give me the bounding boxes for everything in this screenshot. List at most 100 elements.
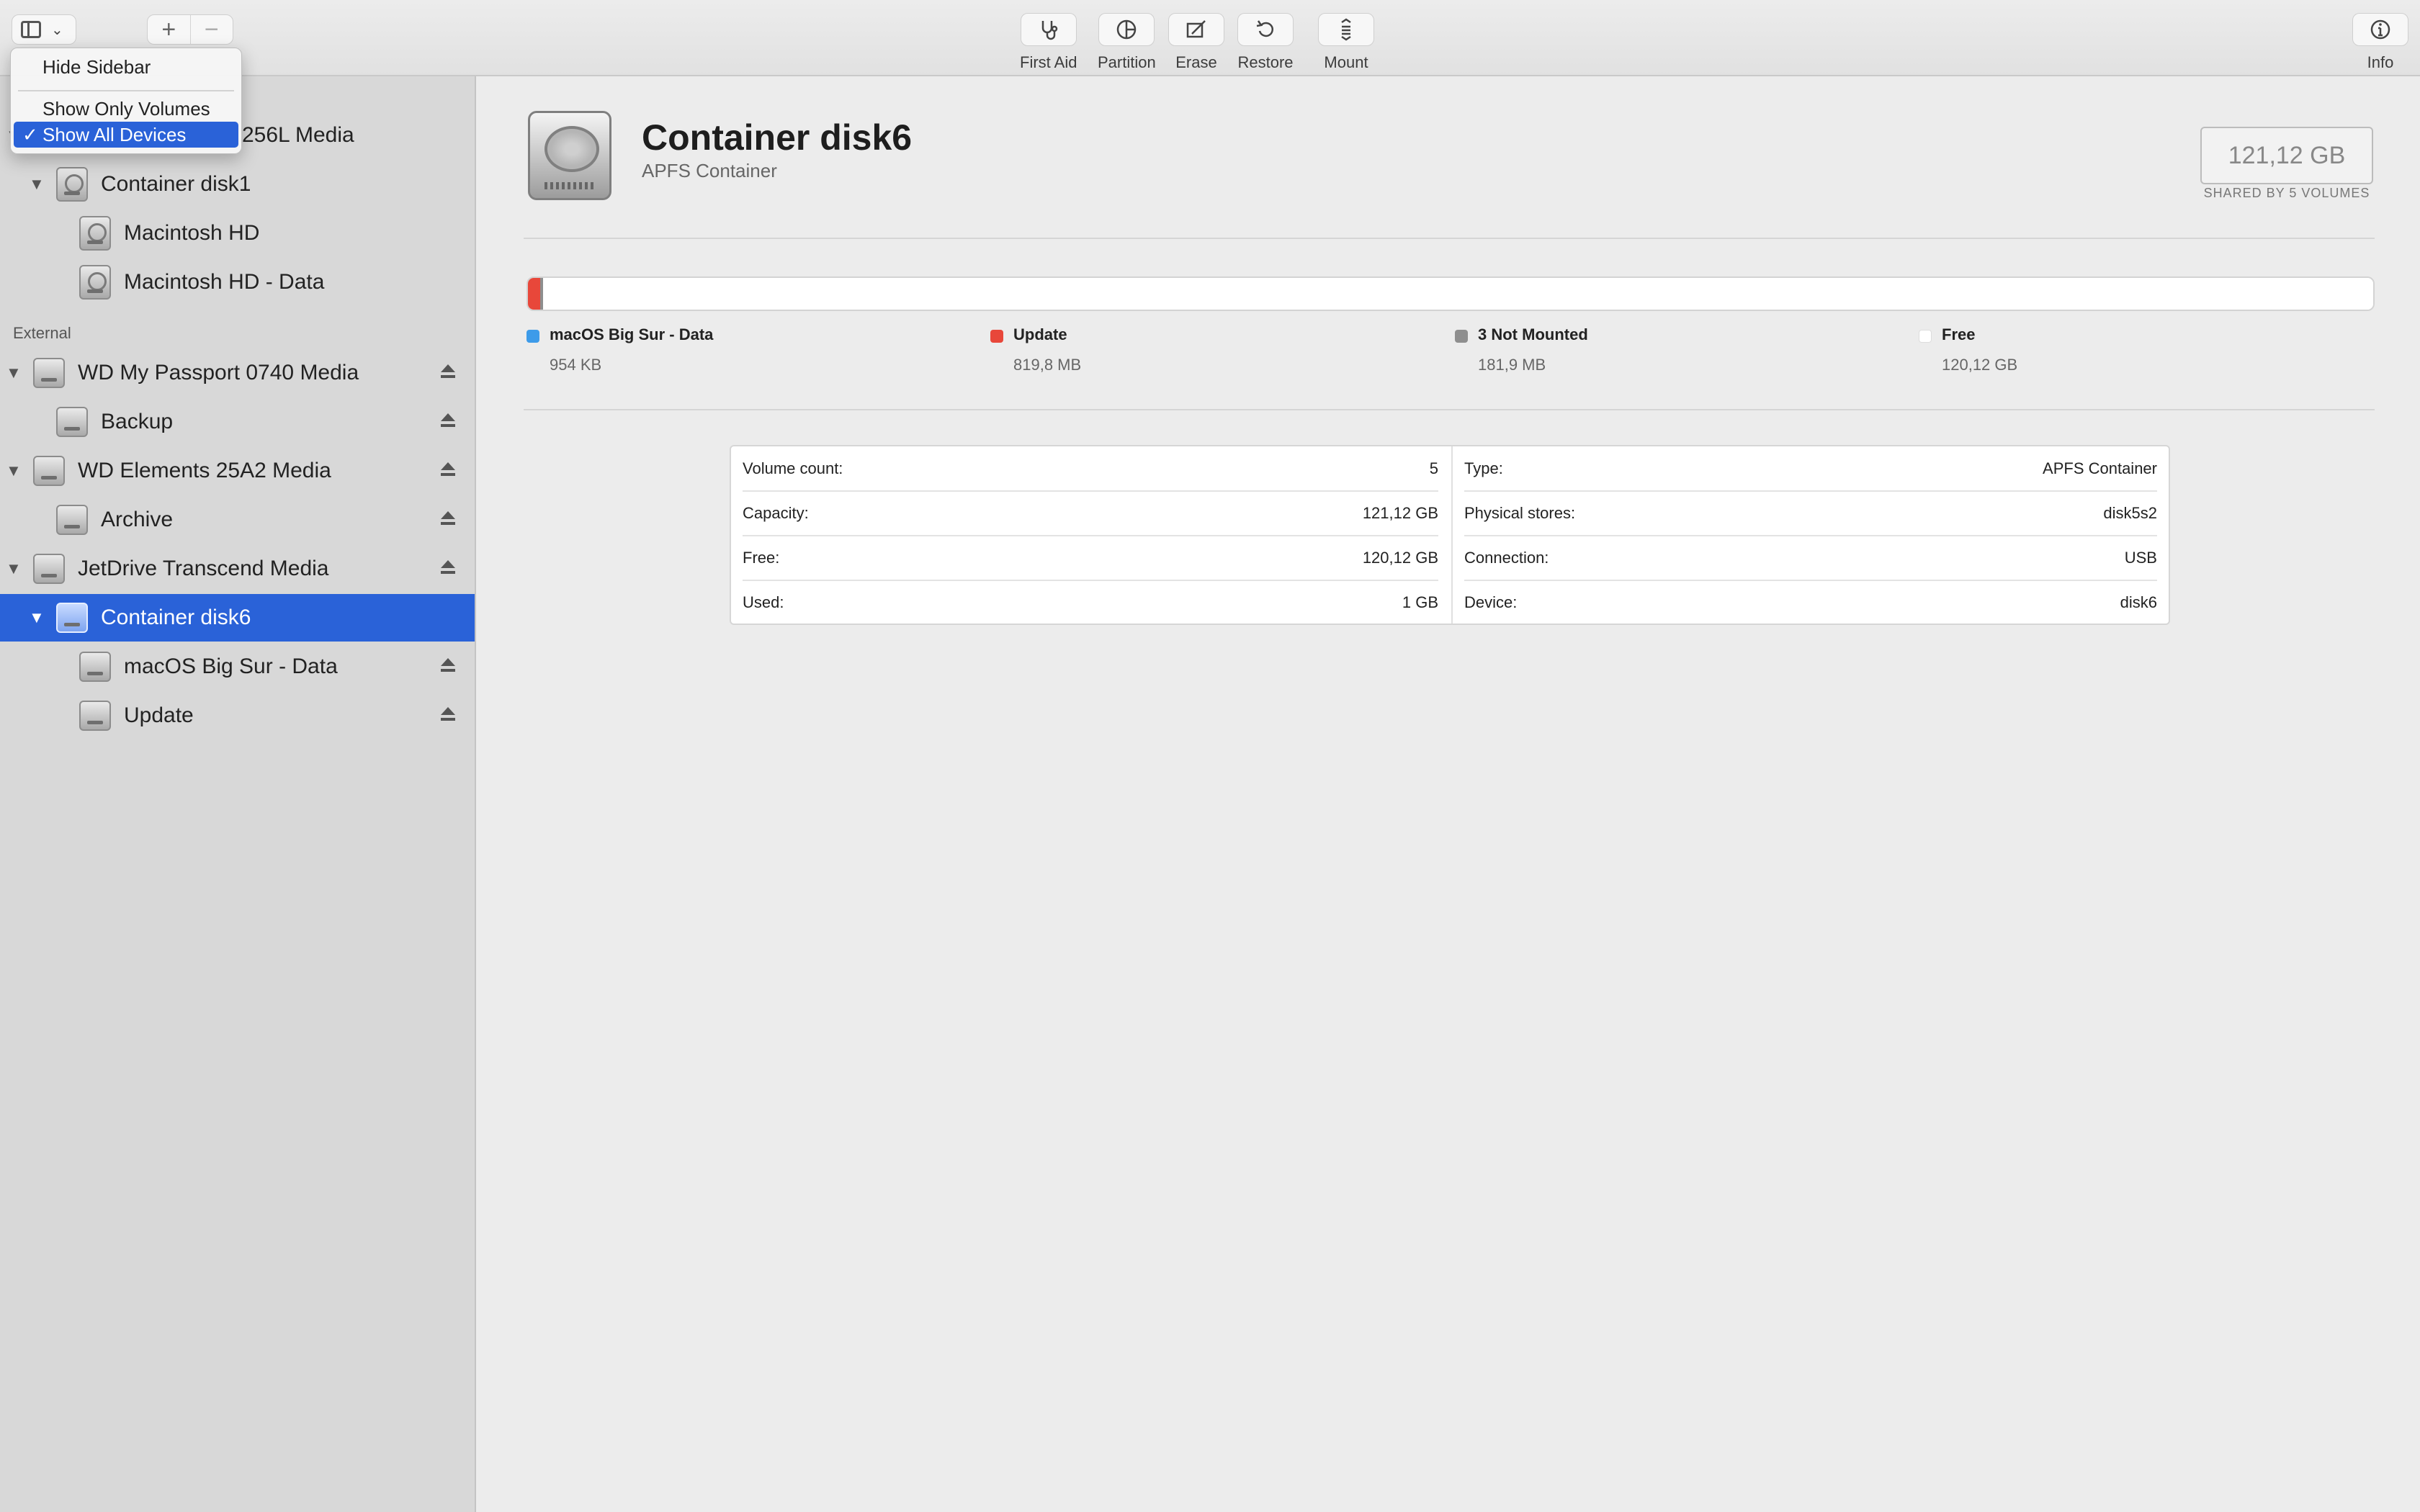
sidebar-item-wd-my-passport[interactable]: ▼ WD My Passport 0740 Media [0, 349, 475, 397]
eject-icon[interactable] [438, 413, 458, 431]
partition-label: Partition [1098, 53, 1156, 71]
legend-name: macOS Big Sur - Data [550, 325, 714, 343]
legend-value: 819,8 MB [1013, 356, 1082, 374]
mount-label: Mount [1324, 53, 1368, 71]
table-row: Used: 1 GB [743, 580, 1438, 625]
table-row: Type: APFS Container [1464, 446, 2157, 491]
info-label: Info [2367, 53, 2394, 71]
menu-item-show-only-volumes[interactable]: Show Only Volumes [14, 96, 238, 122]
external-disk-icon [33, 358, 65, 388]
sidebar-item-label: Macintosh HD [124, 221, 260, 245]
external-disk-icon [79, 701, 111, 731]
stethoscope-icon [1041, 21, 1057, 40]
menu-item-show-all-devices[interactable]: ✓ Show All Devices [14, 122, 238, 148]
first-aid-label: First Aid [1020, 53, 1077, 71]
erase-icon [1186, 20, 1206, 38]
legend-value: 954 KB [550, 356, 602, 374]
sidebar-item-label: WD My Passport 0740 Media [78, 361, 359, 384]
external-disk-icon [56, 407, 88, 437]
table-row: Physical stores: disk5s2 [1464, 491, 2157, 536]
eject-icon[interactable] [438, 560, 458, 577]
detail-label: Used: [743, 593, 784, 611]
details-right-column: Type: APFS Container Physical stores: di… [1451, 446, 2170, 624]
add-volume-button[interactable]: + [148, 15, 190, 44]
sidebar-item-label: Container disk6 [101, 606, 251, 629]
sidebar-item-label: Archive [101, 508, 174, 531]
detail-value: disk5s2 [2103, 504, 2157, 522]
usage-segment [543, 278, 2373, 310]
disclosure-triangle-icon: ▼ [6, 364, 22, 382]
eject-icon[interactable] [438, 658, 458, 675]
usage-segment [528, 278, 541, 310]
detail-value: 121,12 GB [1362, 504, 1438, 522]
sidebar-item-macintosh-hd-data[interactable]: Macintosh HD - Data [0, 258, 475, 306]
menu-item-hide-sidebar[interactable]: Hide Sidebar [14, 54, 238, 80]
detail-label: Connection: [1464, 549, 1549, 567]
table-row: Free: 120,12 GB [743, 536, 1438, 580]
legend-swatch [1919, 330, 1932, 343]
sidebar-item-macintosh-hd[interactable]: Macintosh HD [0, 210, 475, 257]
detail-label: Physical stores: [1464, 504, 1576, 522]
usage-bar [526, 276, 2375, 311]
sidebar-item-container-disk6[interactable]: ▼ Container disk6 [0, 594, 475, 642]
details-left-column: Volume count: 5 Capacity: 121,12 GB Free… [731, 446, 1451, 624]
eject-icon[interactable] [438, 364, 458, 382]
sidebar-view-toggle-button[interactable]: ⌄ [12, 14, 76, 45]
erase-button[interactable]: Erase [1168, 13, 1224, 72]
toolbar: ⌄ + − First Aid Partition Erase Restore … [0, 0, 2420, 76]
first-aid-button[interactable]: First Aid [1020, 13, 1077, 72]
detail-label: Device: [1464, 593, 1518, 611]
divider [524, 409, 2375, 410]
mount-button[interactable]: Mount [1318, 13, 1374, 72]
add-remove-control: + − [147, 14, 233, 45]
sidebar-item-jetdrive[interactable]: ▼ JetDrive Transcend Media [0, 545, 475, 593]
divider [524, 238, 2375, 239]
hard-drive-icon [528, 111, 611, 200]
partition-button[interactable]: Partition [1098, 13, 1156, 72]
legend-swatch [1455, 330, 1468, 343]
sidebar-item-label: Container disk1 [101, 172, 251, 196]
detail-label: Type: [1464, 459, 1503, 477]
restore-button[interactable]: Restore [1237, 13, 1294, 72]
sidebar-item-update[interactable]: Update [0, 692, 475, 739]
checkmark-icon: ✓ [22, 123, 38, 145]
detail-label: Volume count: [743, 459, 843, 477]
disclosure-triangle-icon: ▼ [6, 559, 22, 577]
detail-value: disk6 [2120, 593, 2157, 611]
disclosure-triangle-icon: ▼ [29, 608, 45, 626]
sidebar-item-archive[interactable]: Archive [0, 496, 475, 544]
menu-separator [18, 90, 234, 91]
table-row: Device: disk6 [1464, 580, 2157, 625]
chevron-down-icon: ⌄ [51, 22, 63, 38]
eject-icon[interactable] [438, 462, 458, 480]
capacity-badge: 121,12 GB [2200, 127, 2373, 184]
internal-disk-icon [79, 216, 111, 251]
legend-name: Update [1013, 325, 1067, 343]
external-disk-icon [79, 652, 111, 682]
eject-icon[interactable] [438, 511, 458, 528]
view-options-menu: Hide Sidebar Show Only Volumes ✓ Show Al… [10, 48, 242, 154]
table-row: Capacity: 121,12 GB [743, 491, 1438, 536]
internal-disk-icon [79, 265, 111, 300]
sidebar-item-label: Backup [101, 410, 174, 433]
info-button[interactable]: Info [2352, 13, 2408, 72]
sidebar: ▼ 256L Media ▼ Container disk1 Macintosh… [0, 76, 476, 1512]
legend-swatch [990, 330, 1003, 343]
detail-value: USB [2124, 549, 2157, 567]
menu-item-label: Show All Devices [42, 123, 187, 145]
sidebar-item-wd-elements[interactable]: ▼ WD Elements 25A2 Media [0, 447, 475, 495]
sidebar-item-backup[interactable]: Backup [0, 398, 475, 446]
sidebar-item-macos-big-sur-data[interactable]: macOS Big Sur - Data [0, 643, 475, 690]
sidebar-item-label: WD Elements 25A2 Media [78, 459, 331, 482]
external-disk-icon [56, 505, 88, 535]
internal-disk-icon [56, 167, 88, 202]
capacity-caption: SHARED BY 5 VOLUMES [2203, 186, 2370, 200]
sidebar-item-container-disk1[interactable]: ▼ Container disk1 [0, 161, 475, 208]
detail-value: 1 GB [1402, 593, 1438, 611]
detail-label: Capacity: [743, 504, 809, 522]
eject-icon[interactable] [438, 707, 458, 724]
remove-volume-button[interactable]: − [189, 15, 233, 44]
mount-icon [1341, 18, 1351, 41]
disclosure-triangle-icon: ▼ [29, 175, 45, 193]
sidebar-item-label: macOS Big Sur - Data [124, 654, 338, 678]
